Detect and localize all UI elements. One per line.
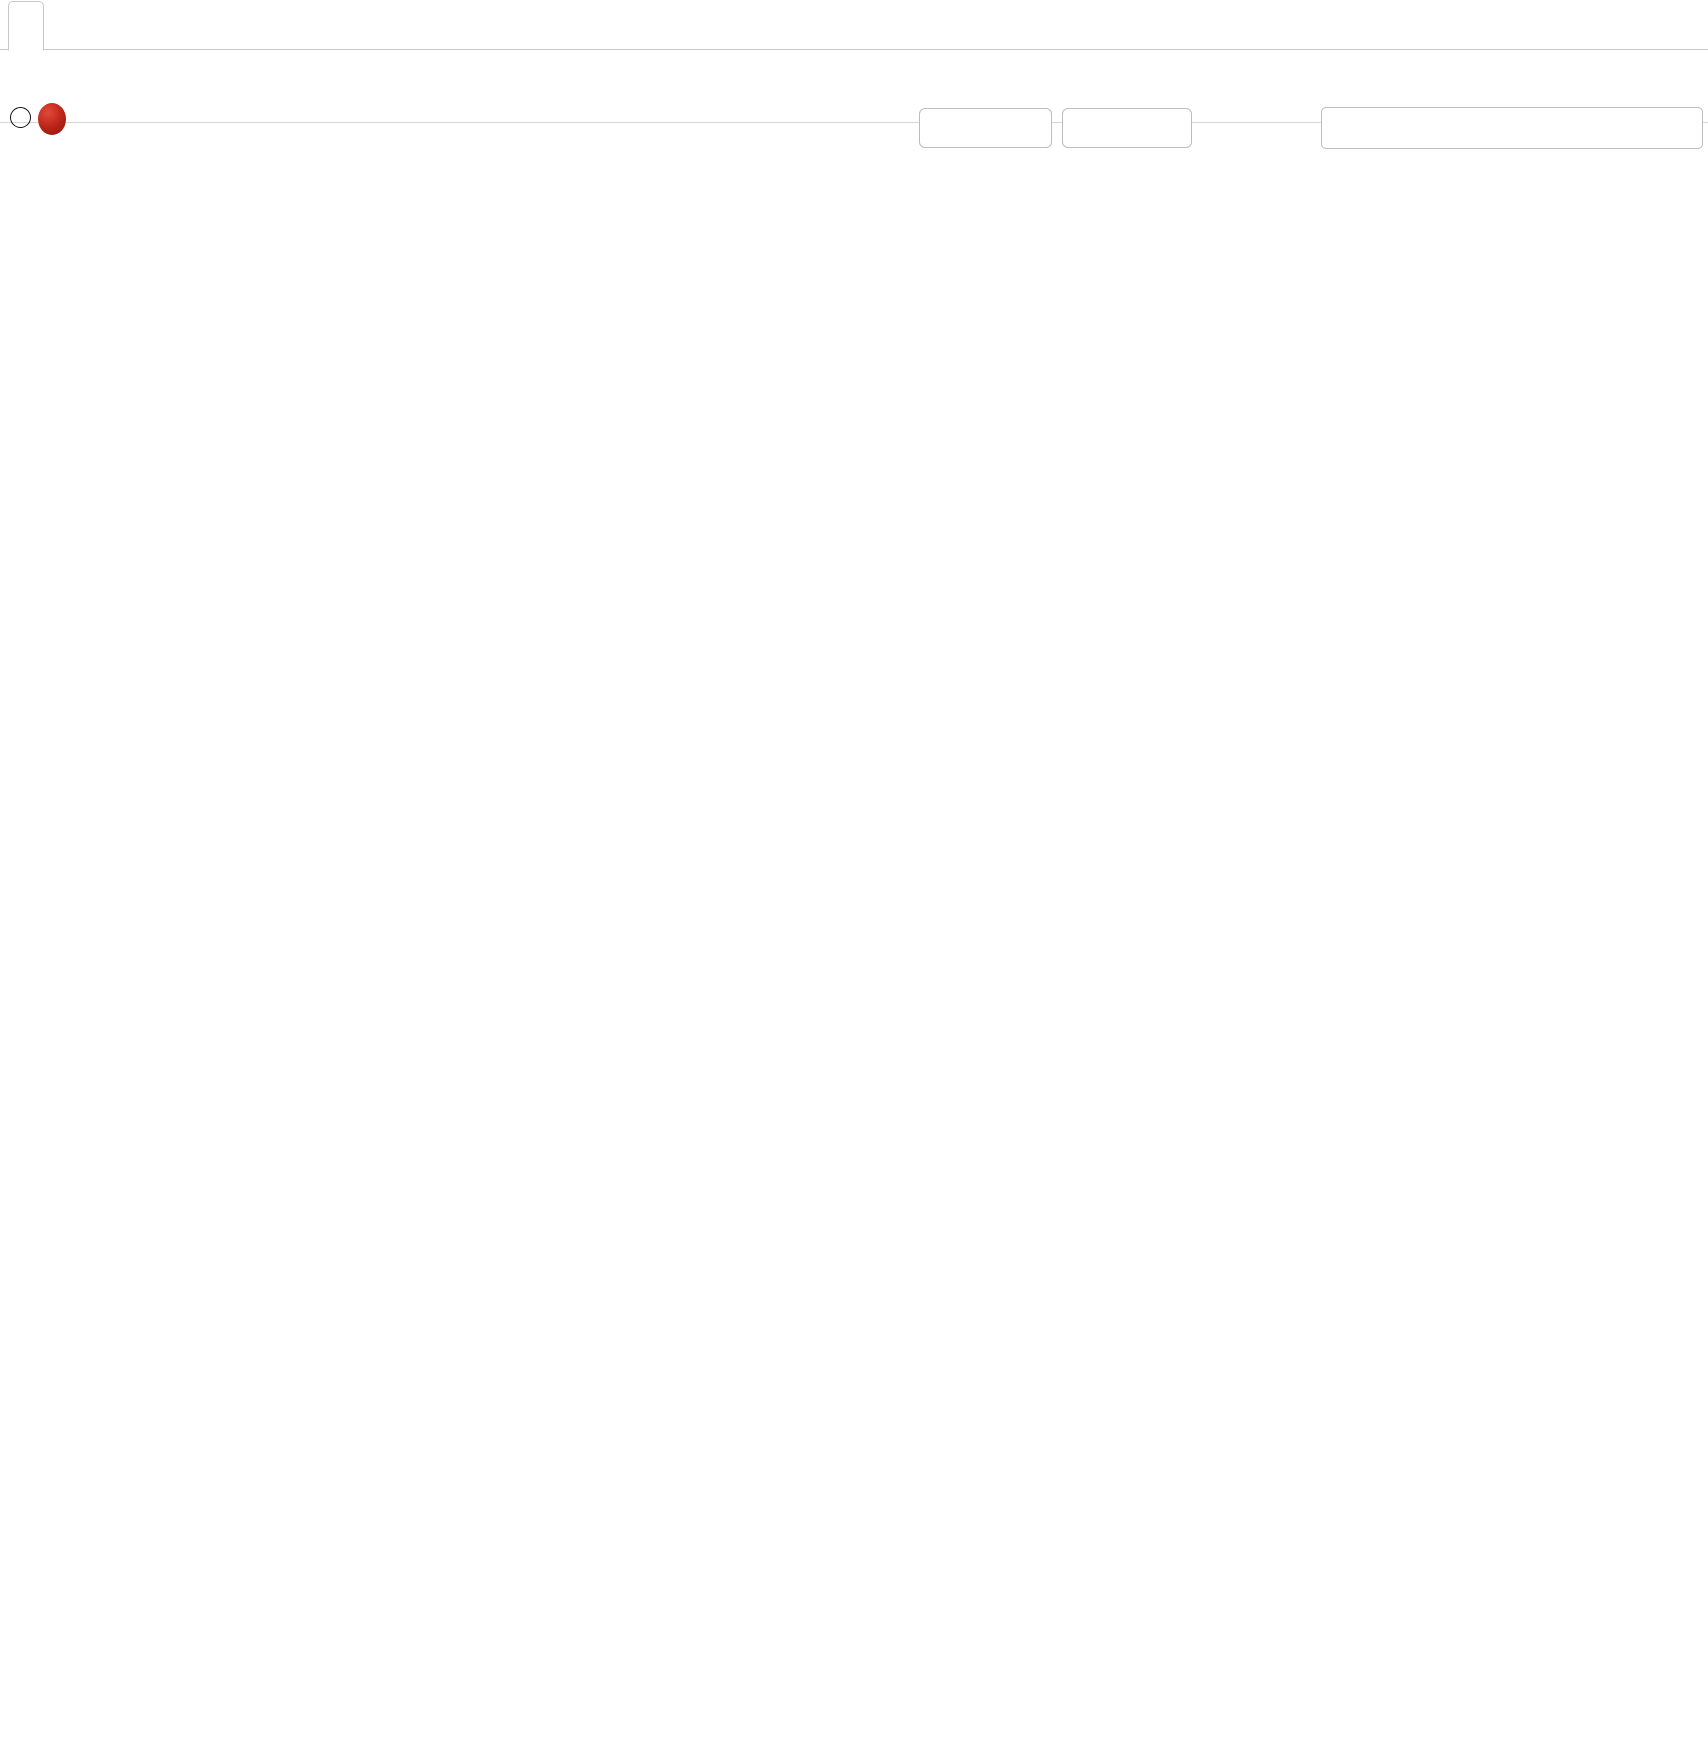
help-icon[interactable] (10, 107, 31, 128)
app-window (0, 0, 1708, 1745)
status-indicator-icon (38, 103, 66, 135)
reset-laps-button[interactable] (919, 108, 1052, 148)
load-laps-input[interactable] (1321, 107, 1703, 149)
tab-get-faster[interactable] (8, 1, 44, 51)
header-bar (0, 50, 1708, 149)
save-laps-button[interactable] (1062, 108, 1192, 148)
tab-bar (0, 0, 1708, 51)
